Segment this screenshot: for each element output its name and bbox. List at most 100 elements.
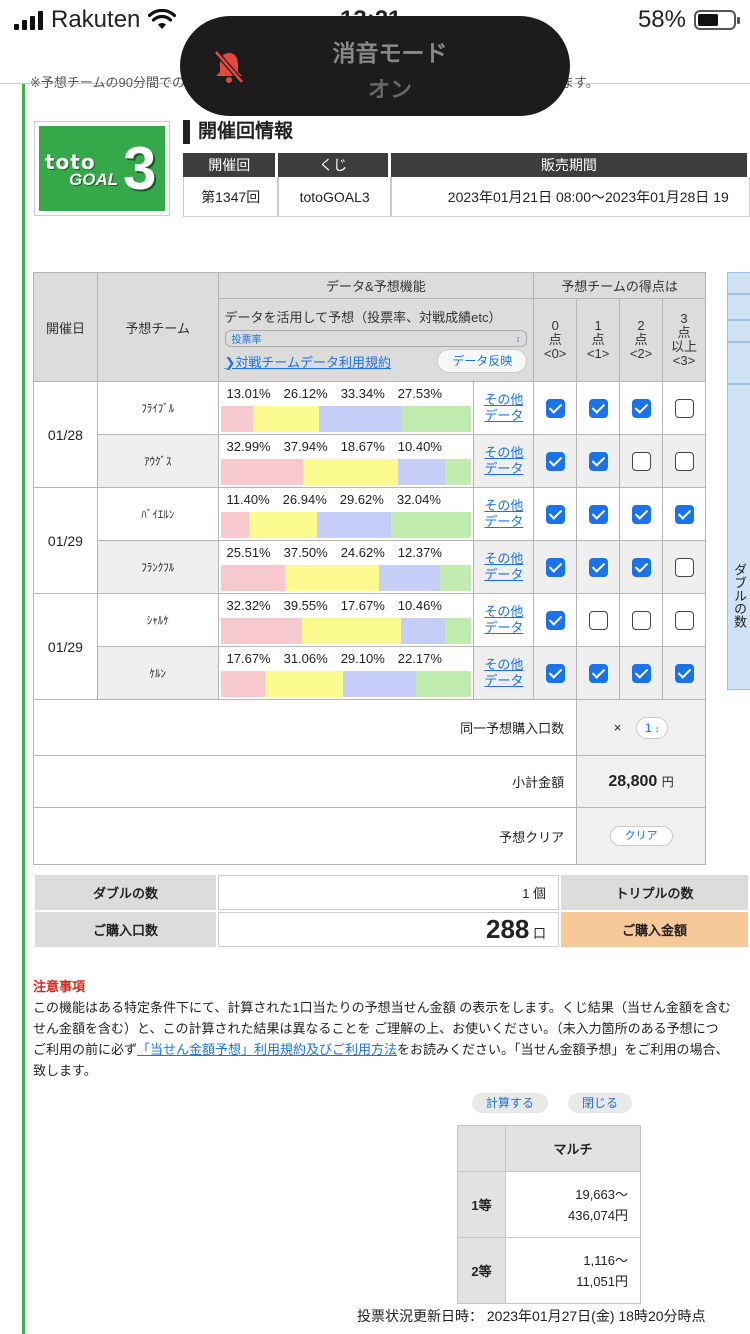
vote-rate-cell: 32.32% 39.55% 17.67% 10.46% (217, 593, 475, 647)
vote-rate-bar (220, 618, 472, 644)
score-checkbox[interactable] (631, 451, 651, 471)
score-checkbox[interactable] (674, 610, 694, 630)
team-name: ｱｳｸﾞｽ (96, 434, 219, 488)
calculate-button[interactable]: 計算する (472, 1093, 549, 1113)
vote-rate-segment (318, 406, 403, 432)
vote-rate-segment (378, 565, 441, 591)
team-row: 01/28 ﾌﾗｲﾌﾞﾙ 13.01% 26.12% 33.34% 27.53% その他 デー… (33, 381, 706, 488)
score-checkbox-cell (533, 540, 578, 594)
logo-digit: 3 (123, 135, 157, 202)
data-reflect-button[interactable]: データ反映 (437, 349, 528, 373)
score-checkbox-cell (576, 540, 621, 594)
vote-rate-label: 32.99% (226, 439, 271, 454)
score-checkbox[interactable] (545, 557, 565, 577)
round-info-title: 開催回情報 (183, 120, 293, 144)
vote-rate-segment (220, 618, 302, 644)
vote-rate-segment (220, 406, 254, 432)
score-checkbox[interactable] (631, 504, 651, 524)
units-cell: 288 口 (218, 912, 560, 947)
carrier-area: Rakuten (14, 6, 177, 34)
score-checkbox[interactable] (588, 610, 608, 630)
lottery-value: totoGOAL3 (278, 177, 391, 217)
score-checkbox-cell (662, 381, 706, 435)
score-checkbox[interactable] (545, 398, 565, 418)
score-checkbox[interactable] (588, 398, 608, 418)
vote-rate-label: 37.50% (283, 545, 328, 560)
vote-rate-bar (220, 671, 472, 697)
vote-rate-label: 17.67% (226, 651, 271, 666)
score-checkbox[interactable] (588, 504, 608, 524)
vote-rate-label: 26.94% (282, 492, 327, 507)
terms-link[interactable]: ❯対戦チームデータ利用規約 (225, 352, 392, 371)
score-checkbox-cell (619, 540, 663, 594)
multiplier-select[interactable]: 1 ↕ (635, 716, 669, 739)
other-data-link[interactable]: その他 データ (473, 381, 535, 435)
vote-rate-segment (284, 565, 379, 591)
other-data-link[interactable]: その他 データ (473, 487, 535, 541)
score-checkbox[interactable] (545, 663, 565, 683)
score-checkbox[interactable] (674, 451, 694, 471)
score-checkbox[interactable] (631, 610, 651, 630)
vote-rate-label: 33.34% (340, 386, 385, 401)
terms-usage-link[interactable]: 「当せん金額予想」利用規約及びご利用方法 (137, 1042, 397, 1057)
other-data-link[interactable]: その他 データ (473, 540, 535, 594)
vote-rate-label: 32.32% (226, 598, 271, 613)
carrier-name: Rakuten (51, 6, 141, 33)
units-value: 288 (486, 914, 530, 944)
score-checkbox[interactable] (631, 398, 651, 418)
prize-corner (457, 1125, 506, 1172)
score-checkbox[interactable] (545, 504, 565, 524)
prize-header-multi: マルチ (505, 1125, 641, 1172)
score-checkbox[interactable] (588, 451, 608, 471)
clear-label: 予想クリア (32, 807, 578, 865)
vote-rate-label: 24.62% (340, 545, 385, 560)
score-checkbox[interactable] (674, 663, 694, 683)
terms-link-text: 対戦チームデータ利用規約 (235, 354, 392, 370)
prize-rank-2: 2等 (457, 1237, 506, 1304)
vote-rate-segment (249, 512, 317, 538)
units-suffix: 口 (533, 926, 547, 941)
prize-amount-1: 19,663～ 436,074円 (505, 1171, 641, 1238)
vote-rate-label: 39.55% (283, 598, 328, 613)
vote-rate-bar (220, 512, 472, 538)
vote-rate-bar (220, 565, 472, 591)
close-button[interactable]: 閉じる (568, 1093, 633, 1113)
score-checkbox[interactable] (674, 557, 694, 577)
score-checkbox[interactable] (631, 663, 651, 683)
score-checkbox[interactable] (588, 663, 608, 683)
prize-estimate-table: マルチ 1等 19,663～ 436,074円 2等 1,116～ 11,051円 (457, 1125, 641, 1304)
score-checkbox-cell (619, 434, 663, 488)
notes-line-1: この機能はある特定条件下にて、計算された1口当たりの予想当せん金額 の表示をしま… (33, 1000, 731, 1015)
team-name: ｼｬﾙｹ (96, 593, 219, 647)
date-header: 開催日 (33, 272, 98, 382)
vote-rate-segment (303, 459, 399, 485)
score-checkbox-cell (662, 593, 706, 647)
page-accent-bar (22, 84, 25, 1334)
score-checkbox[interactable] (545, 610, 565, 630)
vote-rate-label: 13.01% (226, 386, 271, 401)
score-checkbox[interactable] (674, 504, 694, 524)
score-checkbox[interactable] (674, 398, 694, 418)
other-data-link-line1: その他 (484, 604, 524, 619)
subtotal-label: 小計金額 (32, 755, 578, 808)
other-data-link[interactable]: その他 データ (473, 593, 535, 647)
team-row: ｹﾙﾝ 17.67% 31.06% 29.10% 22.17% その他 データ (34, 646, 706, 700)
vote-rate-segment (445, 618, 472, 644)
other-data-link[interactable]: その他 データ (473, 646, 535, 700)
vote-rate-segment (342, 671, 416, 697)
match-date: 01/29 (33, 487, 98, 594)
score-col-3: 3 点以上 <3> (662, 298, 706, 382)
data-type-select[interactable]: 投票率 ↕ (224, 330, 528, 347)
clear-button[interactable]: クリア (609, 826, 673, 846)
score-checkbox-cell (576, 381, 621, 435)
notes-line-4: 致します。 (33, 1063, 97, 1078)
score-checkbox[interactable] (631, 557, 651, 577)
notes-line-3: ご利用の前に必ず「当せん金額予想」利用規約及びご利用方法をお読みください。「当せ… (33, 1039, 750, 1060)
vote-rate-segment (301, 618, 401, 644)
vote-rate-label: 29.62% (339, 492, 384, 507)
other-data-link[interactable]: その他 データ (473, 434, 535, 488)
units-label: ご購入口数 (35, 912, 217, 947)
vote-rate-segment (440, 565, 472, 591)
score-checkbox[interactable] (588, 557, 608, 577)
score-checkbox[interactable] (545, 451, 565, 471)
